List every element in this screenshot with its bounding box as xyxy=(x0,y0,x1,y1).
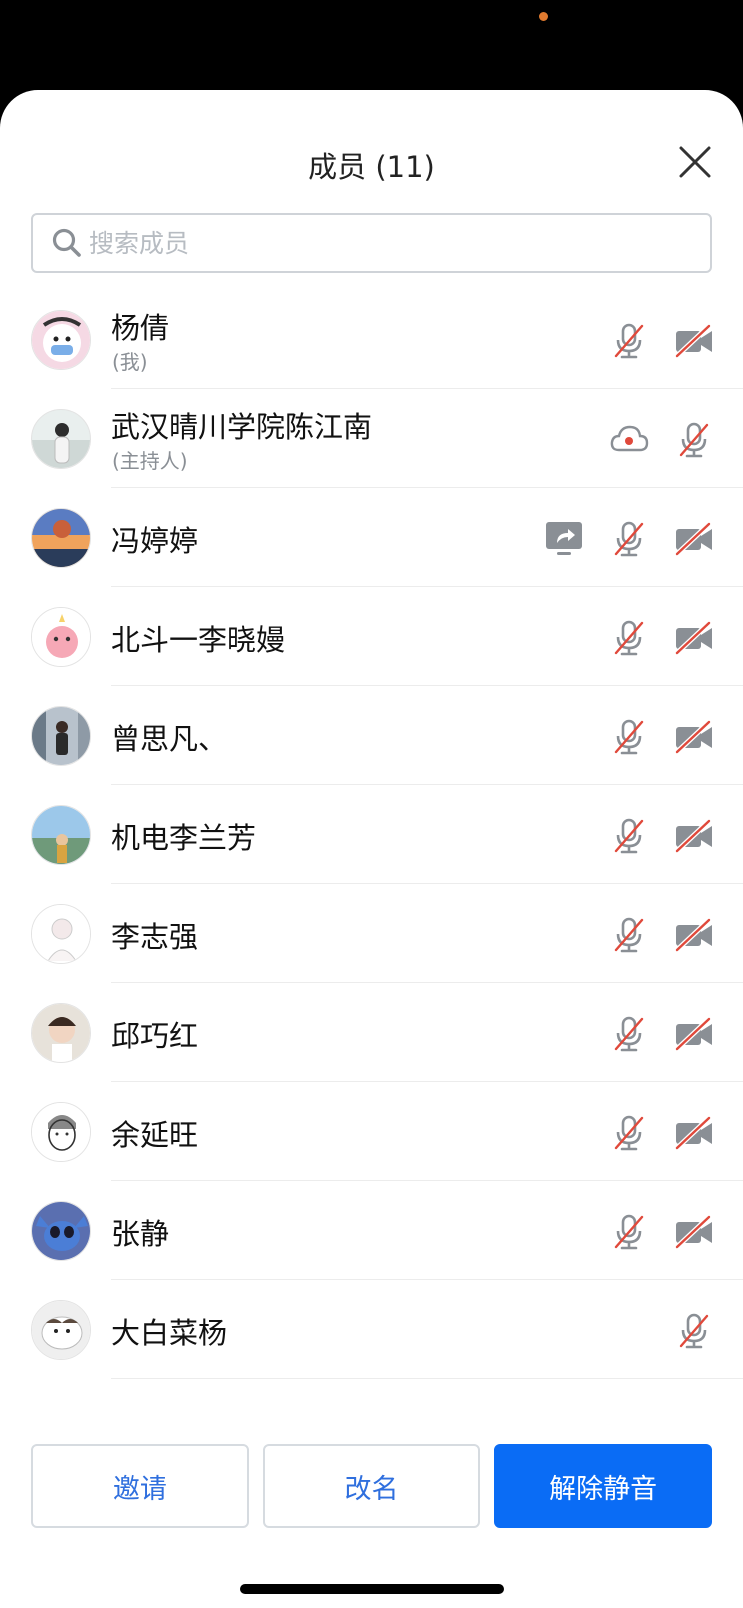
camera-off-icon[interactable] xyxy=(673,617,715,659)
camera-off-icon[interactable] xyxy=(673,914,715,956)
camera-off-icon[interactable] xyxy=(673,1112,715,1154)
mic-muted-icon[interactable] xyxy=(608,1013,650,1055)
mic-muted-icon[interactable] xyxy=(608,914,650,956)
search-icon xyxy=(52,228,81,257)
camera-off-icon[interactable] xyxy=(673,1013,715,1055)
camera-off-icon[interactable] xyxy=(673,518,715,560)
member-name: 张静 xyxy=(111,1217,170,1251)
camera-off-icon[interactable] xyxy=(673,320,715,362)
search-box[interactable] xyxy=(31,213,712,273)
member-role: (我) xyxy=(112,350,148,374)
mic-muted-icon[interactable] xyxy=(673,1310,715,1352)
avatar xyxy=(31,706,91,766)
camera-indicator-dot xyxy=(539,12,548,21)
row-divider xyxy=(111,1378,743,1379)
close-button[interactable] xyxy=(677,144,713,180)
avatar xyxy=(31,607,91,667)
members-sheet: 成员 (11) 杨倩 (我) 武汉晴川学院陈江南 (主持人) 冯婷婷北斗一李晓嫚曾思凡、… xyxy=(0,90,743,1608)
member-row[interactable]: 曾思凡、 xyxy=(0,686,743,785)
member-name: 邱巧红 xyxy=(111,1019,199,1053)
avatar xyxy=(31,904,91,964)
camera-off-icon[interactable] xyxy=(673,815,715,857)
mic-muted-icon[interactable] xyxy=(608,518,650,560)
cloud-recording-icon[interactable] xyxy=(608,419,650,461)
rename-button[interactable]: 改名 xyxy=(262,1444,481,1528)
mic-muted-icon[interactable] xyxy=(608,716,650,758)
avatar xyxy=(31,805,91,865)
close-icon xyxy=(679,146,711,178)
mic-muted-icon[interactable] xyxy=(608,320,650,362)
camera-off-icon[interactable] xyxy=(673,716,715,758)
sheet-header: 成员 (11) xyxy=(0,90,743,210)
avatar xyxy=(31,409,91,469)
home-indicator[interactable] xyxy=(240,1584,504,1594)
bottom-actions: 邀请 改名 解除静音 xyxy=(31,1444,713,1528)
member-row[interactable]: 杨倩 (我) xyxy=(0,290,743,389)
avatar xyxy=(31,1003,91,1063)
member-row[interactable]: 北斗一李晓嫚 xyxy=(0,587,743,686)
member-name: 武汉晴川学院陈江南 xyxy=(111,410,373,444)
avatar xyxy=(31,1102,91,1162)
member-row[interactable]: 机电李兰芳 xyxy=(0,785,743,884)
avatar xyxy=(31,508,91,568)
member-row[interactable]: 张静 xyxy=(0,1181,743,1280)
screen-share-icon[interactable] xyxy=(543,518,585,560)
mic-muted-icon[interactable] xyxy=(608,1211,650,1253)
member-name: 杨倩 xyxy=(111,311,170,345)
member-name: 冯婷婷 xyxy=(111,524,199,558)
avatar xyxy=(31,310,91,370)
member-name: 机电李兰芳 xyxy=(111,821,257,855)
invite-button[interactable]: 邀请 xyxy=(31,1444,249,1528)
search-input[interactable] xyxy=(89,228,689,258)
member-row[interactable]: 武汉晴川学院陈江南 (主持人) xyxy=(0,389,743,488)
member-name: 北斗一李晓嫚 xyxy=(111,623,286,657)
unmute-button[interactable]: 解除静音 xyxy=(494,1444,713,1528)
page-title: 成员 (11) xyxy=(308,150,435,184)
member-list: 杨倩 (我) 武汉晴川学院陈江南 (主持人) 冯婷婷北斗一李晓嫚 曾思凡、机电李兰芳李志强… xyxy=(0,290,743,1379)
member-row[interactable]: 余延旺 xyxy=(0,1082,743,1181)
mic-muted-icon[interactable] xyxy=(673,419,715,461)
member-name: 余延旺 xyxy=(111,1118,199,1152)
avatar xyxy=(31,1201,91,1261)
member-name: 大白菜杨 xyxy=(111,1316,228,1350)
member-name: 李志强 xyxy=(111,920,199,954)
mic-muted-icon[interactable] xyxy=(608,815,650,857)
member-row[interactable]: 冯婷婷 xyxy=(0,488,743,587)
avatar xyxy=(31,1300,91,1360)
member-name: 曾思凡、 xyxy=(111,722,228,756)
member-row[interactable]: 李志强 xyxy=(0,884,743,983)
mic-muted-icon[interactable] xyxy=(608,1112,650,1154)
camera-off-icon[interactable] xyxy=(673,1211,715,1253)
mic-muted-icon[interactable] xyxy=(608,617,650,659)
member-row[interactable]: 大白菜杨 xyxy=(0,1280,743,1379)
member-role: (主持人) xyxy=(112,449,188,473)
member-row[interactable]: 邱巧红 xyxy=(0,983,743,1082)
